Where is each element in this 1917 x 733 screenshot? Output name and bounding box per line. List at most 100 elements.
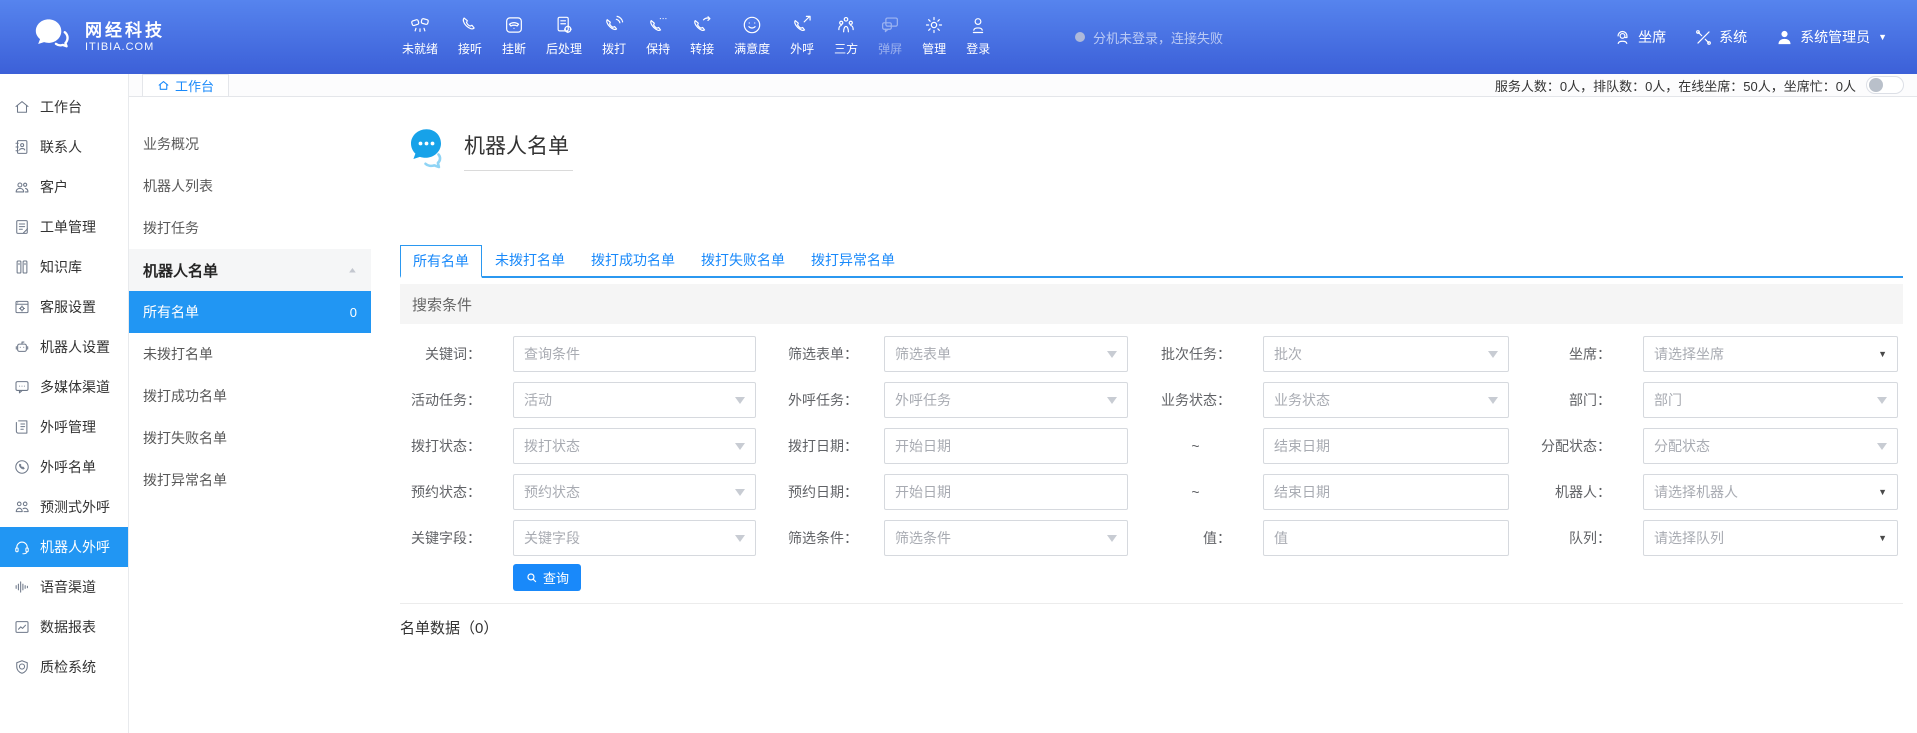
toolbar-item-hangup[interactable]: 挂断 xyxy=(502,14,526,57)
field-label-dial-date-end: ~ xyxy=(1160,438,1231,454)
not-ready-icon xyxy=(409,14,431,36)
tab-label: 拨打异常名单 xyxy=(811,252,895,268)
tab-undialed-lists[interactable]: 未拨打名单 xyxy=(482,244,578,276)
primary-sidebar: 工作台联系人客户工单管理知识库客服设置机器人设置多媒体渠道外呼管理外呼名单预测式… xyxy=(0,74,129,733)
submenu-item-dial-success-lists[interactable]: 拨打成功名单 xyxy=(129,375,371,417)
toolbar-item-after-work[interactable]: 后处理 xyxy=(546,14,582,57)
sidebar-item-robot-outbound[interactable]: 机器人外呼 xyxy=(0,527,128,567)
three-way-icon xyxy=(835,14,857,36)
sidebar-item-label: 工作台 xyxy=(40,97,82,117)
sidebar-item-workbench[interactable]: 工作台 xyxy=(0,87,128,127)
submenu-item-undialed-lists[interactable]: 未拨打名单 xyxy=(129,333,371,375)
sidebar-item-contacts[interactable]: 联系人 xyxy=(0,127,128,167)
toolbar-item-not-ready[interactable]: 未就绪 xyxy=(402,14,438,57)
toolbar-item-manage[interactable]: 管理 xyxy=(922,14,946,57)
quality-check-icon xyxy=(13,658,31,676)
login-icon xyxy=(967,14,989,36)
toolbar-item-transfer[interactable]: 转接 xyxy=(690,14,714,57)
robot-select[interactable]: 请选择机器人▼ xyxy=(1643,474,1898,510)
outbound-task-value: 外呼任务 xyxy=(895,390,951,410)
appoint-status-select[interactable]: 预约状态 xyxy=(513,474,756,510)
toolbar-item-label: 弹屏 xyxy=(878,40,902,57)
activity-task-select[interactable]: 活动 xyxy=(513,382,756,418)
field-label-outbound-task: 外呼任务： xyxy=(788,390,852,410)
tab-all-lists[interactable]: 所有名单 xyxy=(400,245,482,278)
sidebar-item-predictive-outbound[interactable]: 预测式外呼 xyxy=(0,487,128,527)
brand-domain: ITIBIA.COM xyxy=(85,41,165,53)
tab-dial-error-lists[interactable]: 拨打异常名单 xyxy=(798,244,908,276)
sidebar-item-quality-check[interactable]: 质检系统 xyxy=(0,647,128,687)
submenu-item-dial-fail-lists[interactable]: 拨打失败名单 xyxy=(129,417,371,459)
department-value: 部门 xyxy=(1654,390,1682,410)
sidebar-item-customers[interactable]: 客户 xyxy=(0,167,128,207)
dial-status-select[interactable]: 拨打状态 xyxy=(513,428,756,464)
sidebar-item-work-order-management[interactable]: 工单管理 xyxy=(0,207,128,247)
batch-task-select[interactable]: 批次 xyxy=(1263,336,1509,372)
header-nav-system[interactable]: 系统 xyxy=(1694,27,1747,47)
caret-down-icon: ▼ xyxy=(1878,533,1887,543)
queue-select[interactable]: 请选择队列▼ xyxy=(1643,520,1898,556)
multimedia-channel-icon xyxy=(13,378,31,396)
field-label-activity-task: 活动任务： xyxy=(400,390,481,410)
workspace-tab-workbench[interactable]: 工作台 xyxy=(142,74,229,96)
submenu-item-label: 业务概况 xyxy=(143,134,199,154)
appoint-status-value: 预约状态 xyxy=(524,482,580,502)
business-status-select[interactable]: 业务状态 xyxy=(1263,382,1509,418)
toolbar-item-satisfaction[interactable]: 满意度 xyxy=(734,14,770,57)
submenu-item-robot-roster-group[interactable]: 机器人名单▲ xyxy=(129,249,371,291)
sidebar-item-robot-settings[interactable]: 机器人设置 xyxy=(0,327,128,367)
department-select[interactable]: 部门 xyxy=(1643,382,1898,418)
toolbar-item-answer[interactable]: 接听 xyxy=(458,14,482,57)
manage-icon xyxy=(923,14,945,36)
toolbar-item-three-way[interactable]: 三方 xyxy=(834,14,858,57)
submenu-item-robot-list[interactable]: 机器人列表 xyxy=(129,165,371,207)
workspace-tabstrip: 工作台 服务人数：0人，排队数：0人，在线坐席：50人，坐席忙：0人 xyxy=(129,74,1917,97)
sidebar-item-knowledge-base[interactable]: 知识库 xyxy=(0,247,128,287)
submenu-item-dial-error-lists[interactable]: 拨打异常名单 xyxy=(129,459,371,501)
key-field-value: 关键字段 xyxy=(524,528,580,548)
field-label-robot: 机器人： xyxy=(1541,482,1611,502)
field-label-dial-status: 拨打状态： xyxy=(400,436,481,456)
appoint-date-end-input[interactable] xyxy=(1263,474,1509,510)
toolbar-item-outbound-call[interactable]: 外呼 xyxy=(790,14,814,57)
sidebar-item-label: 工单管理 xyxy=(40,217,96,237)
sidebar-item-voice-channel[interactable]: 语音渠道 xyxy=(0,567,128,607)
submenu-item-all-lists[interactable]: 所有名单0 xyxy=(129,291,371,333)
submenu-item-dial-task[interactable]: 拨打任务 xyxy=(129,207,371,249)
brand-logo: 网经科技 ITIBIA.COM xyxy=(28,13,165,60)
toolbar-item-hold[interactable]: 保持 xyxy=(646,14,670,57)
tab-dial-fail-lists[interactable]: 拨打失败名单 xyxy=(688,244,798,276)
toolbar-item-login[interactable]: 登录 xyxy=(966,14,990,57)
tab-label: 所有名单 xyxy=(413,253,469,269)
value-input[interactable] xyxy=(1263,520,1509,556)
agent-select[interactable]: 请选择坐席▼ xyxy=(1643,336,1898,372)
agent-value: 请选择坐席 xyxy=(1654,344,1724,364)
right-column: 工作台 服务人数：0人，排队数：0人，在线坐席：50人，坐席忙：0人 业务概况机… xyxy=(129,74,1917,733)
sidebar-item-service-settings[interactable]: 客服设置 xyxy=(0,287,128,327)
query-button[interactable]: 查询 xyxy=(513,564,581,591)
page-head: 机器人名单 xyxy=(400,122,1903,178)
filter-condition-select[interactable]: 筛选条件 xyxy=(884,520,1128,556)
agent-status-toggle[interactable] xyxy=(1866,76,1904,94)
agent-stats-text: 服务人数：0人，排队数：0人，在线坐席：50人，坐席忙：0人 xyxy=(1495,76,1856,95)
sidebar-item-outbound-management[interactable]: 外呼管理 xyxy=(0,407,128,447)
header-nav-agent[interactable]: 坐席 xyxy=(1613,27,1666,47)
assign-status-select[interactable]: 分配状态 xyxy=(1643,428,1898,464)
dial-date-end-input[interactable] xyxy=(1263,428,1509,464)
tab-dial-success-lists[interactable]: 拨打成功名单 xyxy=(578,244,688,276)
sidebar-item-data-report[interactable]: 数据报表 xyxy=(0,607,128,647)
sidebar-item-outbound-list[interactable]: 外呼名单 xyxy=(0,447,128,487)
home-icon xyxy=(13,98,31,116)
keyword-input[interactable] xyxy=(513,336,756,372)
contacts-icon xyxy=(13,138,31,156)
outbound-task-select[interactable]: 外呼任务 xyxy=(884,382,1128,418)
appoint-date-start-input[interactable] xyxy=(884,474,1128,510)
toolbar-item-dial[interactable]: 拨打 xyxy=(602,14,626,57)
submenu-item-business-overview[interactable]: 业务概况 xyxy=(129,123,371,165)
key-field-select[interactable]: 关键字段 xyxy=(513,520,756,556)
sidebar-item-multimedia-channel[interactable]: 多媒体渠道 xyxy=(0,367,128,407)
tab-label: 拨打失败名单 xyxy=(701,252,785,268)
header-nav-admin[interactable]: 系统管理员▼ xyxy=(1775,27,1887,47)
filter-form-select[interactable]: 筛选表单 xyxy=(884,336,1128,372)
dial-date-start-input[interactable] xyxy=(884,428,1128,464)
